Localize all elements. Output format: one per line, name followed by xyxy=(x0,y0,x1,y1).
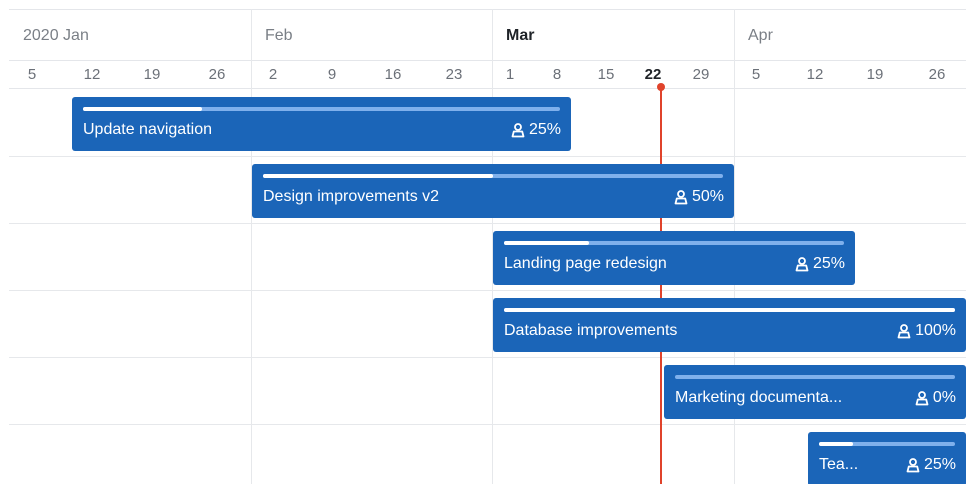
month-label-apr: Apr xyxy=(748,27,773,44)
task-percent: 100% xyxy=(915,322,956,339)
month-label-2020-jan: 2020 Jan xyxy=(23,27,89,44)
progress-fill xyxy=(504,308,955,312)
row-divider xyxy=(9,424,966,425)
week-label: 19 xyxy=(143,66,161,83)
task-percent: 0% xyxy=(932,389,956,406)
week-label: 26 xyxy=(208,66,226,83)
month-header: 2020 Jan Feb Mar Apr xyxy=(9,9,966,61)
task-progress: 100% xyxy=(896,321,956,341)
task-bar[interactable]: Design improvements v2 50% xyxy=(252,164,734,218)
person-icon xyxy=(794,256,810,272)
task-bar[interactable]: Marketing documenta... 0% xyxy=(664,365,966,419)
progress-track xyxy=(263,174,723,178)
progress-fill xyxy=(83,107,203,111)
progress-track xyxy=(504,308,955,312)
week-header: 5 12 19 26 2 9 16 23 1 8 15 22 29 5 12 19 26 xyxy=(9,61,966,89)
week-label: 23 xyxy=(445,66,463,83)
week-label: 8 xyxy=(552,66,562,83)
task-name: Design improvements v2 xyxy=(263,188,440,205)
month-divider xyxy=(251,9,252,484)
gantt-timeline: 2020 Jan Feb Mar Apr 5 12 19 26 2 9 16 23 1 8 15 22 29 5… xyxy=(9,9,966,484)
week-label: 12 xyxy=(806,66,824,83)
today-marker-dot xyxy=(657,83,665,91)
task-bar[interactable]: Tea... 25% xyxy=(808,432,966,484)
task-progress: 50% xyxy=(673,187,724,207)
task-bar[interactable]: Landing page redesign 25% xyxy=(493,231,855,285)
task-name: Update navigation xyxy=(83,121,212,138)
week-label: 2 xyxy=(268,66,278,83)
week-label: 5 xyxy=(27,66,37,83)
week-label: 9 xyxy=(327,66,337,83)
task-percent: 25% xyxy=(812,255,845,272)
task-progress: 0% xyxy=(914,388,956,408)
row-divider xyxy=(9,290,966,291)
task-percent: 50% xyxy=(691,188,724,205)
week-label: 26 xyxy=(928,66,946,83)
person-icon xyxy=(896,323,912,339)
task-progress: 25% xyxy=(794,254,845,274)
person-icon xyxy=(914,390,930,406)
task-progress: 25% xyxy=(510,120,561,140)
row-divider xyxy=(9,223,966,224)
week-label: 19 xyxy=(866,66,884,83)
person-icon xyxy=(905,457,921,473)
week-label: 16 xyxy=(384,66,402,83)
week-label-today: 22 xyxy=(644,66,662,83)
row-divider xyxy=(9,357,966,358)
progress-fill xyxy=(819,442,853,446)
week-label: 5 xyxy=(751,66,761,83)
progress-fill xyxy=(504,241,589,245)
progress-fill xyxy=(263,174,493,178)
week-label: 1 xyxy=(505,66,515,83)
task-percent: 25% xyxy=(528,121,561,138)
week-label: 15 xyxy=(597,66,615,83)
week-label: 29 xyxy=(692,66,710,83)
task-name: Database improvements xyxy=(504,322,678,339)
month-label-feb: Feb xyxy=(265,27,293,44)
task-name: Landing page redesign xyxy=(504,255,667,272)
row-divider xyxy=(9,156,966,157)
person-icon xyxy=(510,122,526,138)
task-progress: 25% xyxy=(905,455,956,475)
progress-track xyxy=(819,442,955,446)
progress-track xyxy=(504,241,844,245)
task-name: Marketing documenta... xyxy=(675,389,843,406)
progress-track xyxy=(83,107,560,111)
task-name: Tea... xyxy=(819,456,859,473)
task-percent: 25% xyxy=(923,456,956,473)
person-icon xyxy=(673,189,689,205)
task-bar[interactable]: Update navigation 25% xyxy=(72,97,571,151)
progress-track xyxy=(675,375,955,379)
week-label: 12 xyxy=(83,66,101,83)
month-label-mar: Mar xyxy=(506,27,535,44)
task-bar[interactable]: Database improvements 100% xyxy=(493,298,966,352)
today-marker-line xyxy=(660,87,662,484)
